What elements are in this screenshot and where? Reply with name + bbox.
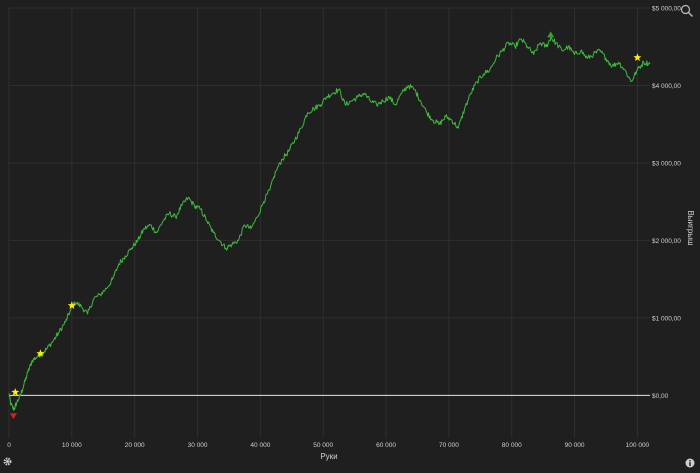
x-tick-label: 100 000 — [626, 442, 650, 449]
y-tick-label: $0,00 — [652, 393, 669, 400]
plot-area — [9, 8, 650, 438]
chart-svg: 0 10 000 20 000 30 000 40 000 50 000 60 000 70 … — [7, 6, 695, 462]
x-tick-label: 30 000 — [188, 442, 208, 449]
x-tick-label: 50 000 — [313, 442, 333, 449]
x-axis-ticks: 0 10 000 20 000 30 000 40 000 50 000 60 000 70 … — [7, 442, 649, 449]
y-axis-label: Выигрыш — [686, 210, 695, 245]
x-tick-label: 10 000 — [62, 442, 82, 449]
magnifier-icon[interactable] — [680, 4, 694, 18]
x-tick-label: 80 000 — [502, 442, 522, 449]
x-tick-label: 0 — [7, 442, 11, 449]
y-tick-label: $5 000,00 — [652, 6, 681, 13]
x-tick-label: 70 000 — [439, 442, 459, 449]
y-axis-ticks: $0,00 $1 000,00 $2 000,00 $3 000,00 $4 000,0… — [652, 6, 681, 400]
y-tick-label: $2 000,00 — [652, 238, 681, 245]
y-tick-label: $4 000,00 — [652, 83, 681, 90]
x-tick-label: 90 000 — [565, 442, 585, 449]
x-tick-label: 60 000 — [376, 442, 396, 449]
y-tick-label: $3 000,00 — [652, 160, 681, 167]
gear-icon[interactable] — [2, 454, 13, 466]
y-tick-label: $1 000,00 — [652, 315, 681, 322]
x-axis-label: Руки — [320, 452, 337, 461]
x-tick-label: 20 000 — [125, 442, 145, 449]
x-tick-label: 40 000 — [250, 442, 270, 449]
winnings-chart: 0 10 000 20 000 30 000 40 000 50 000 60 000 70 … — [0, 0, 700, 468]
info-icon[interactable] — [685, 455, 695, 468]
